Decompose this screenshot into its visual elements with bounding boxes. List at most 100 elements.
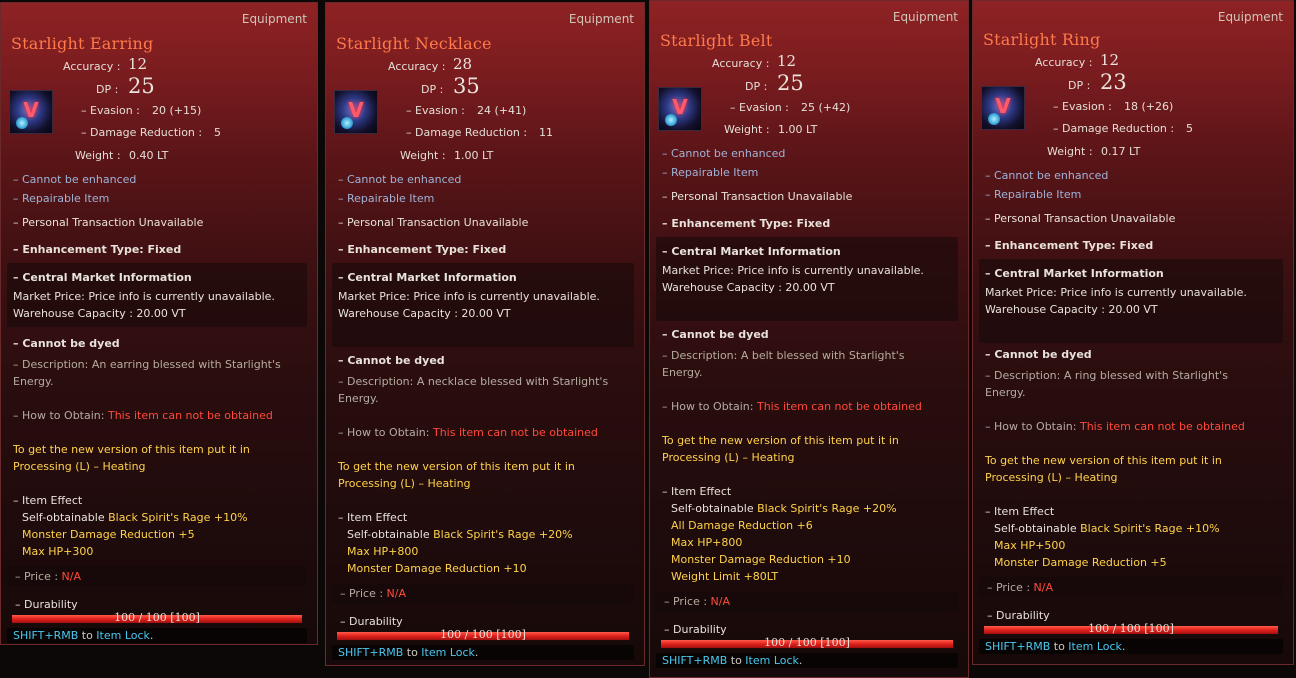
damage-reduction-label: – Damage Reduction : bbox=[1053, 122, 1175, 135]
enhancement-type-text: – Enhancement Type: Fixed bbox=[662, 217, 831, 230]
accuracy-value: 28 bbox=[453, 55, 473, 73]
item-effect-line: All Damage Reduction +6 bbox=[671, 519, 813, 532]
damage-reduction-label: – Damage Reduction : bbox=[406, 126, 528, 139]
durability-bar: 100 / 100 [100] bbox=[11, 611, 303, 624]
item-lock-hint: SHIFT+RMB to Item Lock. bbox=[656, 653, 958, 668]
item-icon[interactable]: V bbox=[658, 87, 702, 131]
item-effect-line: Max HP+800 bbox=[671, 536, 743, 549]
how-to-obtain-value: This item can not be obtained bbox=[756, 400, 922, 413]
item-effect-line: Max HP+300 bbox=[22, 545, 94, 558]
dp-value: 23 bbox=[1100, 70, 1127, 94]
new-version-line-2: Processing (L) – Heating bbox=[985, 471, 1118, 484]
item-lock-hint: SHIFT+RMB to Item Lock. bbox=[7, 628, 307, 643]
dp-label: DP : bbox=[96, 83, 119, 96]
item-lock-hint: SHIFT+RMB to Item Lock. bbox=[332, 645, 634, 660]
durability-label: – Durability bbox=[987, 609, 1050, 622]
new-version-line-2: Processing (L) – Heating bbox=[13, 460, 146, 473]
cannot-enhance-text: – Cannot be enhanced bbox=[662, 147, 786, 160]
how-to-obtain-row: – How to Obtain: This item can not be ob… bbox=[985, 420, 1245, 433]
self-obtainable-label: Self-obtainable bbox=[22, 511, 105, 524]
self-obtainable-label: Self-obtainable bbox=[994, 522, 1077, 535]
new-version-line-2: Processing (L) – Heating bbox=[338, 477, 471, 490]
price-value: N/A bbox=[1033, 581, 1054, 594]
price-row: – Price : N/A bbox=[340, 587, 406, 600]
item-effect-value: Black Spirit's Rage +10% bbox=[108, 511, 248, 524]
price-label: – Price : bbox=[664, 595, 708, 608]
shortcut-key: SHIFT+RMB bbox=[338, 646, 404, 659]
gem-icon bbox=[16, 117, 28, 129]
evasion-label: – Evasion : bbox=[1053, 100, 1112, 113]
hint-period: . bbox=[1121, 640, 1126, 653]
item-lock-link[interactable]: Item Lock bbox=[745, 654, 799, 667]
item-effect-line: Monster Damage Reduction +10 bbox=[671, 553, 851, 566]
price-value: N/A bbox=[710, 595, 731, 608]
weight-value: 1.00 LT bbox=[778, 123, 818, 136]
accuracy-value: 12 bbox=[777, 52, 797, 70]
evasion-label: – Evasion : bbox=[81, 104, 140, 117]
weight-label: Weight : bbox=[724, 123, 770, 136]
durability-value: 100 / 100 [100] bbox=[1088, 622, 1174, 635]
how-to-obtain-label: – How to Obtain: bbox=[985, 420, 1077, 433]
self-obtainable-label: Self-obtainable bbox=[347, 528, 430, 541]
item-name: Starlight Necklace bbox=[336, 34, 492, 53]
personal-transaction-text: – Personal Transaction Unavailable bbox=[662, 190, 853, 203]
description-line-1: – Description: A belt blessed with Starl… bbox=[662, 349, 905, 362]
item-lock-link[interactable]: Item Lock bbox=[96, 629, 150, 642]
how-to-obtain-row: – How to Obtain: This item can not be ob… bbox=[662, 400, 922, 413]
market-price-text: Market Price: Price info is currently un… bbox=[13, 290, 275, 303]
central-market-title: – Central Market Information bbox=[13, 271, 192, 284]
damage-reduction-value: 5 bbox=[1186, 122, 1193, 135]
item-effect-line: Self-obtainable Black Spirit's Rage +10% bbox=[22, 511, 248, 524]
item-icon[interactable]: V bbox=[981, 86, 1025, 130]
cannot-dye-text: – Cannot be dyed bbox=[985, 348, 1092, 361]
description-line-2: Energy. bbox=[13, 375, 54, 388]
item-icon[interactable]: V bbox=[334, 90, 378, 134]
repairable-text: – Repairable Item bbox=[338, 192, 435, 205]
gem-icon bbox=[341, 117, 353, 129]
dp-label: DP : bbox=[421, 83, 444, 96]
item-effect-value: Black Spirit's Rage +10% bbox=[1080, 522, 1220, 535]
cannot-dye-text: – Cannot be dyed bbox=[338, 354, 445, 367]
cannot-enhance-text: – Cannot be enhanced bbox=[985, 169, 1109, 182]
weight-value: 0.40 LT bbox=[129, 149, 169, 162]
item-lock-hint: SHIFT+RMB to Item Lock. bbox=[979, 639, 1283, 654]
shortcut-key: SHIFT+RMB bbox=[662, 654, 728, 667]
item-effect-line: Max HP+500 bbox=[994, 539, 1066, 552]
item-lock-link[interactable]: Item Lock bbox=[1068, 640, 1122, 653]
personal-transaction-text: – Personal Transaction Unavailable bbox=[985, 212, 1176, 225]
accuracy-label: Accuracy : bbox=[712, 57, 770, 70]
central-market-title: – Central Market Information bbox=[662, 245, 841, 258]
warehouse-capacity-text: Warehouse Capacity : 20.00 VT bbox=[985, 303, 1158, 316]
evasion-value: 25 (+42) bbox=[801, 101, 851, 114]
durability-bar: 100 / 100 [100] bbox=[336, 628, 630, 641]
item-effect-line: Max HP+800 bbox=[347, 545, 419, 558]
personal-transaction-text: – Personal Transaction Unavailable bbox=[338, 216, 529, 229]
enhancement-type-text: – Enhancement Type: Fixed bbox=[338, 243, 507, 256]
item-icon[interactable]: V bbox=[9, 90, 53, 134]
warehouse-capacity-text: Warehouse Capacity : 20.00 VT bbox=[662, 281, 835, 294]
item-effect-value: Black Spirit's Rage +20% bbox=[757, 502, 897, 515]
market-price-text: Market Price: Price info is currently un… bbox=[338, 290, 600, 303]
weight-label: Weight : bbox=[1047, 145, 1093, 158]
dp-value: 25 bbox=[777, 71, 804, 95]
how-to-obtain-label: – How to Obtain: bbox=[13, 409, 105, 422]
evasion-value: 20 (+15) bbox=[152, 104, 202, 117]
repairable-text: – Repairable Item bbox=[662, 166, 759, 179]
durability-value: 100 / 100 [100] bbox=[440, 628, 526, 641]
item-effect-line: Weight Limit +80LT bbox=[671, 570, 779, 583]
item-effect-title: – Item Effect bbox=[662, 485, 732, 498]
damage-reduction-value: 5 bbox=[214, 126, 221, 139]
how-to-obtain-row: – How to Obtain: This item can not be ob… bbox=[338, 426, 598, 439]
price-label: – Price : bbox=[987, 581, 1031, 594]
new-version-line-1: To get the new version of this item put … bbox=[338, 460, 575, 473]
category-label: Equipment bbox=[568, 12, 634, 26]
hint-to: to bbox=[81, 629, 93, 642]
item-lock-link[interactable]: Item Lock bbox=[421, 646, 475, 659]
hint-period: . bbox=[474, 646, 479, 659]
warehouse-capacity-text: Warehouse Capacity : 20.00 VT bbox=[338, 307, 511, 320]
enhancement-type-text: – Enhancement Type: Fixed bbox=[13, 243, 182, 256]
how-to-obtain-label: – How to Obtain: bbox=[662, 400, 754, 413]
durability-value: 100 / 100 [100] bbox=[114, 611, 200, 624]
item-effect-line: Monster Damage Reduction +5 bbox=[22, 528, 195, 541]
item-effect-value: Black Spirit's Rage +20% bbox=[433, 528, 573, 541]
